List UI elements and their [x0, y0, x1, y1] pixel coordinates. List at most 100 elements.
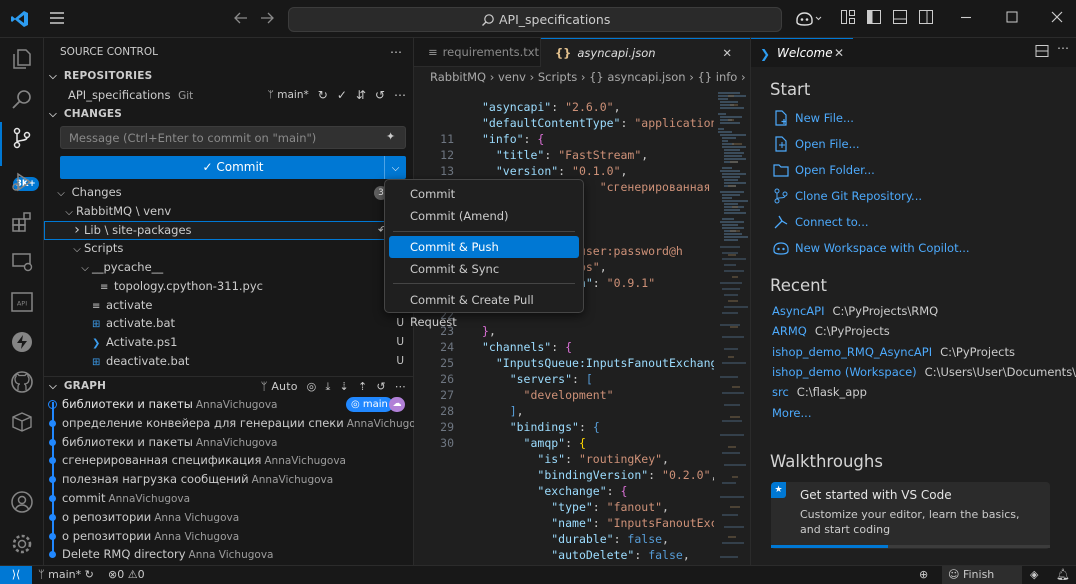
github-icon[interactable]: [10, 370, 34, 394]
tab-requirements-txt[interactable]: ≡ requirements.txt: [414, 38, 541, 67]
layout-controls-icon[interactable]: [840, 9, 860, 29]
status-problems[interactable]: ⊗0 ⚠0: [108, 566, 145, 584]
close-tab-icon[interactable]: ✕: [834, 39, 844, 68]
close-window-icon[interactable]: [1049, 9, 1069, 29]
menu-icon[interactable]: [48, 9, 68, 29]
tree-item[interactable]: ⌵ RabbitMQ \ venv: [44, 202, 414, 221]
graph-commit-row[interactable]: commit AnnaVichugova: [44, 489, 414, 508]
recent-item[interactable]: ishop_demo (Workspace) C:\Users\User\Docu…: [772, 365, 1076, 379]
accounts-icon[interactable]: [10, 490, 34, 514]
push-icon[interactable]: ⇡: [358, 377, 367, 396]
graph-more-icon[interactable]: ⋯: [395, 377, 406, 396]
graph-auto-toggle[interactable]: ᛘ Auto: [261, 377, 298, 396]
toggle-panel-icon[interactable]: [892, 9, 912, 29]
graph-commit-row[interactable]: полезная нагрузка сообщений AnnaVichugova: [44, 470, 414, 489]
sync-icon[interactable]: ↻: [318, 86, 328, 105]
menu-item-commit-amend[interactable]: Commit (Amend): [389, 205, 579, 227]
toggle-primary-sidebar-icon[interactable]: [866, 9, 886, 29]
commit-button[interactable]: ✓ Commit ⌵: [60, 156, 406, 179]
forward-arrow-icon[interactable]: [258, 9, 278, 29]
copilot-icon[interactable]: [795, 9, 825, 29]
extensions-icon[interactable]: [10, 210, 34, 234]
maximize-icon[interactable]: [1004, 9, 1024, 29]
tree-item[interactable]: ≡ activate: [44, 296, 414, 315]
commit-dropdown-toggle[interactable]: ⌵: [384, 156, 406, 179]
check-icon[interactable]: ✓: [337, 86, 347, 105]
close-tab-icon[interactable]: ✕: [722, 39, 732, 68]
menu-item-commit[interactable]: Commit: [389, 183, 579, 205]
fetch-icon[interactable]: ⤓: [325, 377, 330, 396]
branch-picker[interactable]: ᛘ main*: [268, 86, 309, 105]
new-workspace-copilot-link[interactable]: New Workspace with Copilot...: [795, 241, 970, 255]
sparkle-icon[interactable]: ✦: [386, 130, 395, 143]
tree-item[interactable]: ⊞ deactivate.bat U: [44, 352, 414, 371]
repositories-section-header[interactable]: ⌵ REPOSITORIES: [44, 67, 414, 86]
graph-commit-row[interactable]: Delete RMQ directory Anna Vichugova: [44, 545, 414, 564]
repo-more-icon[interactable]: ⋯: [394, 86, 406, 105]
tree-item[interactable]: ›Lib \ site-packages↶+: [44, 220, 414, 240]
openapi-icon[interactable]: API: [10, 290, 34, 314]
repository-row[interactable]: API_specifications Git ᛘ main* ↻ ✓ ⇵ ↺ ⋯: [44, 86, 414, 105]
target-icon[interactable]: ◎: [307, 377, 317, 396]
remote-explorer-icon[interactable]: [10, 250, 34, 274]
commit-message-input[interactable]: [60, 126, 406, 149]
thunder-client-icon[interactable]: [10, 330, 34, 354]
changes-section-header[interactable]: ⌵ CHANGES: [44, 105, 414, 124]
split-editor-icon[interactable]: [1035, 44, 1049, 58]
welcome-more-icon[interactable]: ⋯: [1057, 41, 1069, 55]
copilot-status-icon[interactable]: ◈: [1030, 566, 1038, 584]
changes-group-row[interactable]: ⌵ Changes 3: [44, 183, 414, 202]
explorer-icon[interactable]: [10, 47, 34, 71]
graph-section-header[interactable]: ⌵ GRAPH ᛘ Auto ◎ ⤓ ⇣ ⇡ ↺ ⋯: [44, 376, 414, 395]
connect-to-link[interactable]: Connect to...: [795, 215, 869, 229]
status-branch[interactable]: ᛘ main* ↻: [38, 566, 94, 584]
tree-item[interactable]: ⌵ Scripts: [44, 239, 414, 258]
more-actions-icon[interactable]: ⋯: [390, 43, 402, 62]
tree-item[interactable]: ≡ topology.cpython-311.pyc: [44, 277, 414, 296]
tree-item[interactable]: ⌵ __pycache__: [44, 258, 414, 277]
finish-setup-button[interactable]: ☺ Finish Setup: [942, 566, 1022, 584]
graph-refresh-icon[interactable]: ↺: [376, 377, 385, 396]
minimap[interactable]: [714, 87, 750, 565]
notifications-bell-icon[interactable]: 🔔︎: [1056, 566, 1070, 584]
zoom-icon[interactable]: ⊕: [919, 566, 928, 584]
settings-gear-icon[interactable]: [10, 532, 34, 556]
run-debug-icon[interactable]: [10, 170, 34, 194]
search-view-icon[interactable]: [10, 87, 34, 111]
graph-commit-row[interactable]: сгенерированная спецификация AnnaVichugov…: [44, 451, 414, 470]
open-folder-link[interactable]: Open Folder...: [795, 163, 875, 177]
remote-indicator[interactable]: ⟩⟨: [0, 566, 32, 584]
menu-item-commit-push[interactable]: Commit & Push: [389, 236, 579, 258]
tab-asyncapi-json[interactable]: {} asyncapi.json ✕: [541, 38, 750, 67]
toggle-secondary-sidebar-icon[interactable]: [918, 9, 938, 29]
tree-item[interactable]: ❯ Activate.ps1 U: [44, 333, 414, 352]
open-file-link[interactable]: Open File...: [795, 137, 860, 151]
menu-item-commit-create-pr[interactable]: Commit & Create Pull Request: [389, 289, 579, 329]
breadcrumb[interactable]: RabbitMQ › venv › Scripts › {} asyncapi.…: [414, 67, 750, 87]
graph-commit-row[interactable]: о репозитории Anna Vichugova: [44, 508, 414, 527]
containers-icon[interactable]: [10, 410, 34, 434]
tree-item[interactable]: ⊞ activate.bat U: [44, 314, 414, 333]
recent-item[interactable]: src C:\flask_app: [772, 385, 867, 399]
clone-repo-link[interactable]: Clone Git Repository...: [795, 189, 922, 203]
back-arrow-icon[interactable]: [232, 9, 252, 29]
pull-icon[interactable]: ⇣: [340, 377, 349, 396]
recent-item[interactable]: ARMQ C:\PyProjects: [772, 324, 890, 338]
menu-item-commit-sync[interactable]: Commit & Sync: [389, 258, 579, 280]
recent-item[interactable]: AsyncAPI C:\PyProjects\RMQ: [772, 304, 938, 318]
tab-welcome[interactable]: ❯ Welcome ✕: [751, 38, 853, 67]
minimize-icon[interactable]: [958, 9, 978, 29]
walkthrough-card[interactable]: ★ Get started with VS Code Customize you…: [771, 482, 1050, 549]
source-control-icon[interactable]: [10, 126, 34, 150]
more-recent-link[interactable]: More...: [772, 406, 811, 420]
refresh-icon[interactable]: ↺: [375, 86, 385, 105]
graph-commit-row[interactable]: библиотеки и пакеты AnnaVichugova: [44, 433, 414, 452]
new-file-link[interactable]: New File...: [795, 111, 854, 125]
recent-item[interactable]: ishop_demo_RMQ_AsyncAPI C:\PyProjects: [772, 345, 1015, 359]
graph-commit-row[interactable]: библиотеки и пакеты AnnaVichugova ◎ main ☁: [44, 395, 414, 414]
graph-commit-row[interactable]: определение конвейера для генерации спек…: [44, 414, 428, 433]
pull-request-icon[interactable]: ⇵: [356, 86, 366, 105]
code-editor[interactable]: 11 12 13 14 15 16 17 18 19 20 21 22 23 2…: [414, 87, 714, 565]
command-center-search[interactable]: API_specifications: [288, 7, 782, 32]
graph-commit-row[interactable]: о репозитории Anna Vichugova: [44, 527, 414, 546]
